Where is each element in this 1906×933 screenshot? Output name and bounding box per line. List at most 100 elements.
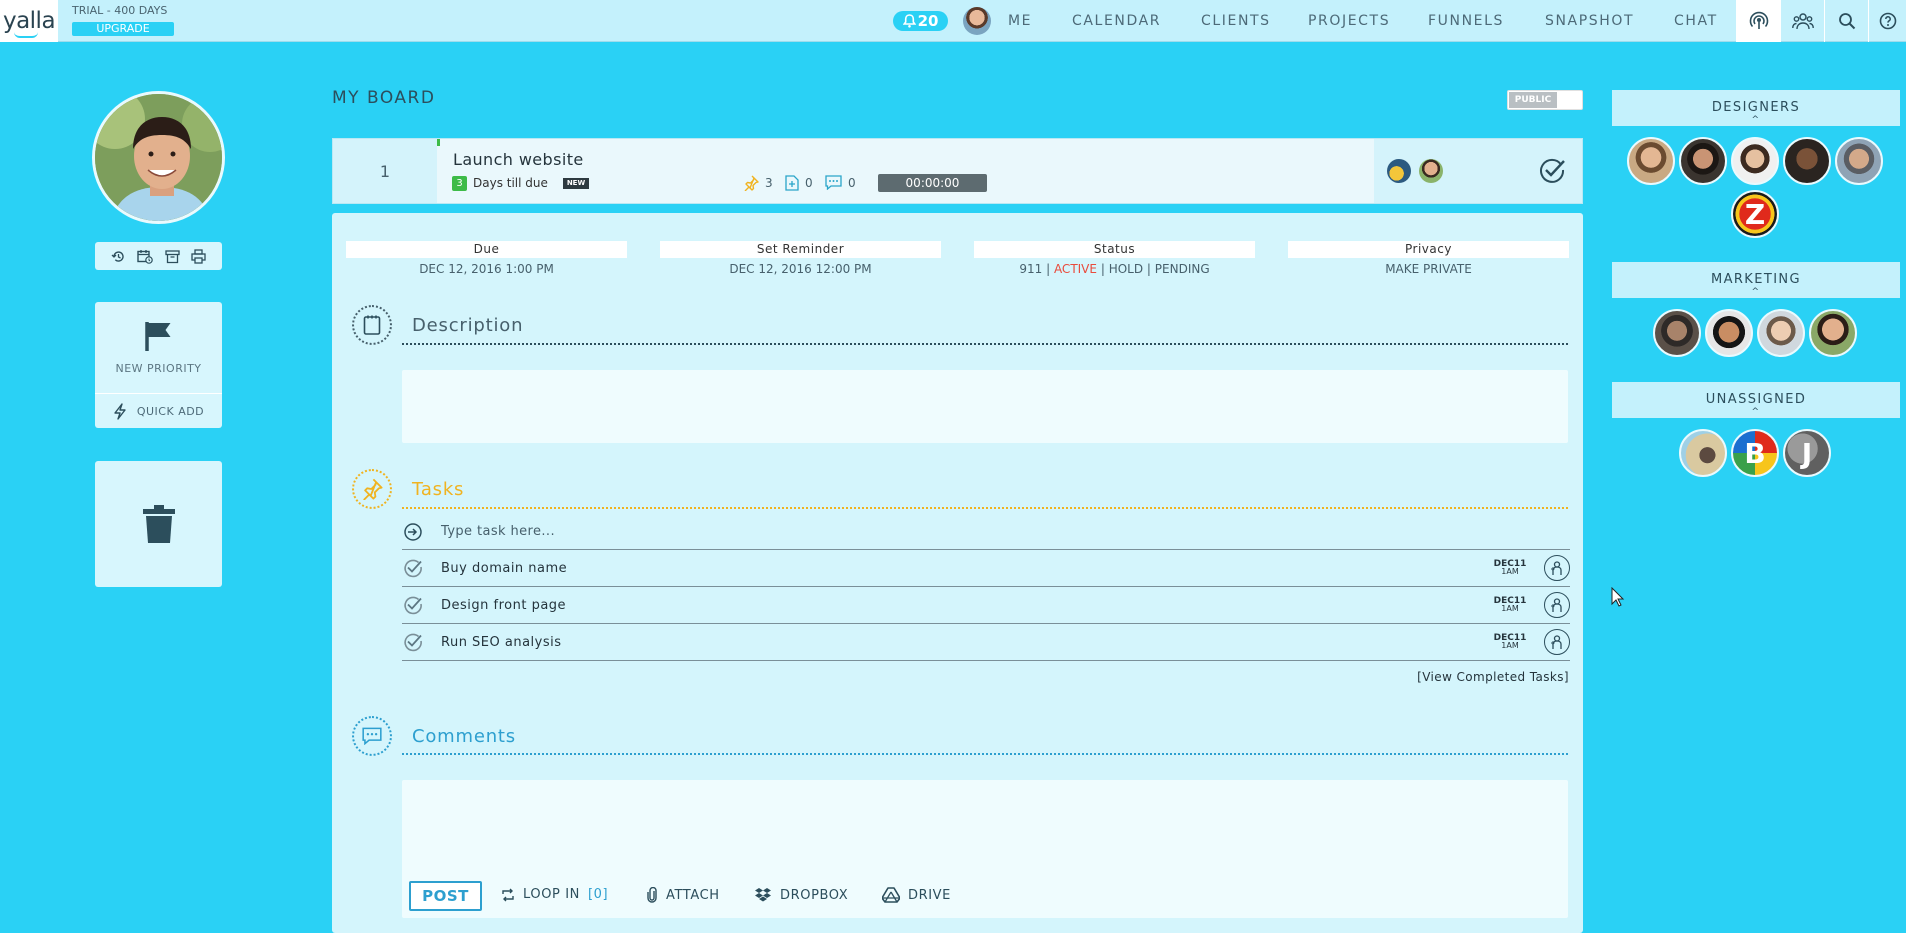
tasks-stat[interactable]: 3 — [743, 175, 773, 191]
team-member-avatar[interactable] — [1731, 137, 1779, 185]
team-button[interactable] — [1780, 0, 1824, 42]
files-stat[interactable]: 0 — [785, 175, 813, 191]
task-assign-button[interactable] — [1544, 592, 1570, 618]
reminder-value[interactable]: DEC 12, 2016 12:00 PM — [660, 262, 941, 276]
trash-drop-zone[interactable] — [95, 461, 222, 587]
new-priority-button[interactable]: NEW PRIORITY — [95, 302, 222, 394]
status-911[interactable]: 911 — [1019, 262, 1042, 276]
team-member-avatar[interactable] — [1835, 137, 1883, 185]
nav-chat[interactable]: CHAT — [1674, 13, 1718, 29]
task-assign-button[interactable] — [1544, 629, 1570, 655]
team-member-avatar[interactable] — [1783, 137, 1831, 185]
team-member-avatar[interactable] — [1705, 309, 1753, 357]
drive-label: DRIVE — [908, 887, 951, 903]
broadcast-button[interactable] — [1736, 0, 1780, 42]
help-button[interactable] — [1868, 0, 1906, 42]
notifications-badge[interactable]: 20 — [893, 11, 948, 31]
team-member-avatar[interactable] — [1679, 137, 1727, 185]
notifications-count: 20 — [917, 12, 939, 30]
team-member-avatar[interactable] — [1627, 137, 1675, 185]
task-check-icon[interactable] — [403, 632, 423, 652]
complete-check-icon[interactable] — [1539, 158, 1567, 184]
description-field[interactable] — [402, 370, 1568, 443]
upgrade-button[interactable]: UPGRADE — [72, 22, 174, 36]
nav-clients[interactable]: CLIENTS — [1201, 13, 1271, 29]
new-priority-label: NEW PRIORITY — [115, 362, 202, 375]
task-name[interactable]: Design front page — [441, 598, 1490, 613]
team-member-avatar[interactable] — [1809, 309, 1857, 357]
print-icon[interactable] — [191, 248, 206, 264]
task-due-date[interactable]: DEC11 1AM — [1490, 597, 1530, 613]
status-active[interactable]: ACTIVE — [1054, 262, 1097, 276]
task-input[interactable]: Type task here... — [441, 524, 1570, 539]
status-pending[interactable]: PENDING — [1155, 262, 1210, 276]
task-name[interactable]: Run SEO analysis — [441, 635, 1490, 650]
team-member-avatar[interactable] — [1653, 309, 1701, 357]
priority-card-row[interactable]: 1 Launch website 3 Days till due NEW 3 0… — [332, 138, 1583, 204]
task-due-date[interactable]: DEC11 1AM — [1490, 560, 1530, 576]
due-column[interactable]: Due DEC 12, 2016 1:00 PM — [346, 241, 627, 276]
timer-button[interactable]: 00:00:00 — [878, 174, 987, 192]
assignee-avatar[interactable] — [1419, 159, 1443, 183]
logo[interactable]: yalla — [0, 0, 58, 42]
profile-photo[interactable] — [92, 91, 225, 224]
card-title[interactable]: Launch website — [453, 150, 584, 169]
schedule-icon[interactable] — [137, 249, 154, 264]
public-toggle[interactable]: PUBLIC — [1507, 90, 1583, 110]
loop-in-label: LOOP IN — [523, 887, 580, 902]
nav-me[interactable]: ME — [1008, 13, 1032, 29]
assign-user-icon — [1551, 598, 1562, 612]
team-member-avatar[interactable] — [1757, 309, 1805, 357]
due-indicator — [437, 139, 440, 146]
comments-icon-wrap — [352, 716, 392, 756]
assignee-avatar[interactable] — [1387, 159, 1411, 183]
task-row[interactable]: Design front page DEC11 1AM — [402, 587, 1570, 624]
status-separator: | — [1100, 262, 1105, 276]
task-check-icon[interactable] — [403, 558, 423, 578]
bell-icon — [902, 14, 916, 28]
group-unassigned-header[interactable]: UNASSIGNED ^ — [1612, 382, 1900, 418]
comment-icon — [825, 175, 842, 190]
view-completed-tasks-link[interactable]: [View Completed Tasks] — [1417, 670, 1569, 684]
quick-add-button[interactable]: QUICK ADD — [95, 394, 222, 428]
comments-divider — [402, 753, 1568, 755]
post-button[interactable]: POST — [409, 881, 482, 911]
archive-icon[interactable] — [165, 249, 180, 264]
caret-up-icon[interactable]: ^ — [1752, 287, 1761, 297]
team-member-avatar[interactable] — [1679, 429, 1727, 477]
team-member-avatar[interactable]: J — [1783, 429, 1831, 477]
group-marketing-header[interactable]: MARKETING ^ — [1612, 262, 1900, 298]
team-member-avatar[interactable]: B — [1731, 429, 1779, 477]
drive-button[interactable]: DRIVE — [882, 887, 951, 903]
loop-in-button[interactable]: LOOP IN [0] — [501, 887, 608, 902]
nav-snapshot[interactable]: SNAPSHOT — [1545, 13, 1634, 29]
comment-field[interactable]: POST LOOP IN [0] ATTACH DROPBOX DRIVE — [402, 780, 1568, 918]
reminder-column[interactable]: Set Reminder DEC 12, 2016 12:00 PM — [660, 241, 941, 276]
task-row[interactable]: Run SEO analysis DEC11 1AM — [402, 624, 1570, 661]
task-assign-button[interactable] — [1544, 555, 1570, 581]
team-icon — [1791, 13, 1814, 30]
nav-funnels[interactable]: FUNNELS — [1428, 13, 1504, 29]
status-hold[interactable]: HOLD — [1109, 262, 1143, 276]
me-avatar[interactable] — [963, 7, 991, 35]
nav-calendar[interactable]: CALENDAR — [1072, 13, 1161, 29]
comments-stat[interactable]: 0 — [825, 175, 856, 190]
flag-icon — [144, 322, 170, 351]
search-button[interactable] — [1824, 0, 1868, 42]
caret-up-icon[interactable]: ^ — [1752, 115, 1761, 125]
nav-projects[interactable]: PROJECTS — [1308, 13, 1390, 29]
task-row[interactable]: Buy domain name DEC11 1AM — [402, 550, 1570, 587]
dropbox-button[interactable]: DROPBOX — [754, 887, 848, 903]
history-icon[interactable] — [111, 249, 126, 264]
task-check-icon[interactable] — [403, 595, 423, 615]
make-private-button[interactable]: MAKE PRIVATE — [1288, 262, 1569, 276]
caret-up-icon[interactable]: ^ — [1752, 407, 1761, 417]
task-due-date[interactable]: DEC11 1AM — [1490, 634, 1530, 650]
due-value[interactable]: DEC 12, 2016 1:00 PM — [346, 262, 627, 276]
group-designers-header[interactable]: DESIGNERS ^ — [1612, 90, 1900, 126]
attach-button[interactable]: ATTACH — [646, 887, 720, 903]
status-separator: | — [1146, 262, 1151, 276]
task-input-row[interactable]: Type task here... — [402, 514, 1570, 550]
task-name[interactable]: Buy domain name — [441, 561, 1490, 576]
team-member-avatar[interactable]: Z — [1731, 190, 1779, 238]
